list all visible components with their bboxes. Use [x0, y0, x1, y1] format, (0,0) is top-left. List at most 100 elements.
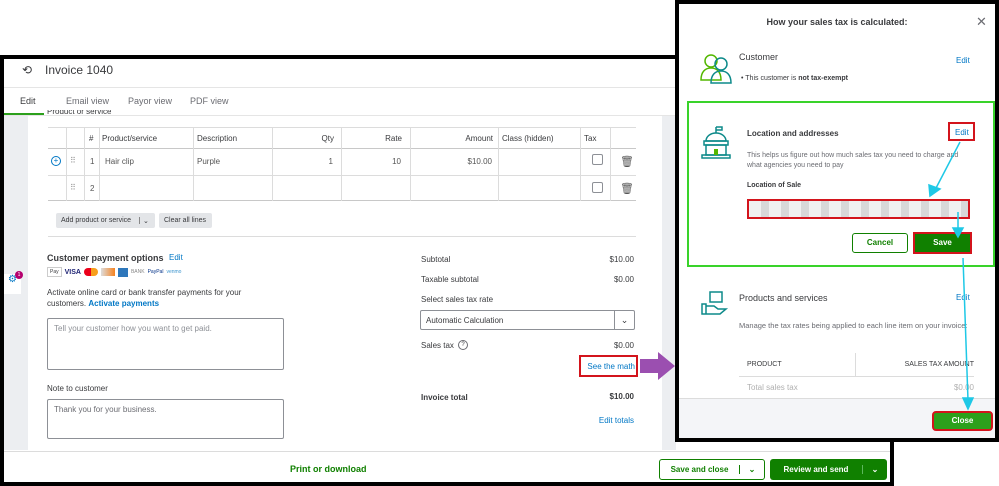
col-header-rate: Rate	[385, 134, 402, 143]
col-header-tax: Tax	[584, 134, 597, 143]
customer-icon	[700, 54, 732, 84]
close-icon[interactable]: ✕	[976, 14, 987, 30]
customer-edit-link[interactable]: Edit	[956, 56, 970, 65]
col-line	[99, 127, 100, 201]
tax-status-text: This customer is	[745, 75, 799, 82]
government-building-icon	[701, 126, 731, 159]
col-line	[66, 127, 67, 201]
tab-edit[interactable]: Edit	[20, 96, 36, 106]
invoice-total-label: Invoice total	[421, 393, 468, 402]
chevron-down-icon[interactable]: ⌄	[614, 311, 634, 329]
trash-icon[interactable]: 🗑	[620, 182, 634, 195]
save-and-close-button[interactable]: Save and close ⌄	[659, 459, 765, 480]
bank-logo: BANK	[130, 269, 145, 275]
venmo-logo: venmo	[166, 269, 182, 275]
history-icon[interactable]: ⟲	[22, 63, 32, 77]
tax-checkbox[interactable]	[592, 182, 603, 193]
amex-logo	[117, 267, 128, 277]
payment-method-logos: Pay VISA BANK PayPal venmo	[47, 267, 181, 277]
save-and-close-label: Save and close	[660, 465, 740, 474]
add-product-label: Add product or service	[56, 217, 140, 224]
subtotal-value: $10.00	[609, 255, 634, 264]
col-product: PRODUCT	[747, 361, 782, 368]
cancel-button[interactable]: Cancel	[852, 233, 908, 253]
annotation-purple-arrow	[640, 352, 675, 380]
col-line	[193, 127, 194, 201]
products-hand-icon	[701, 291, 729, 315]
review-and-send-button[interactable]: Review and send ⌄	[770, 459, 887, 480]
divider	[48, 148, 636, 149]
chevron-down-icon[interactable]: ⌄	[140, 217, 149, 225]
col-header-num: #	[89, 134, 94, 143]
col-line	[272, 127, 273, 201]
taxable-subtotal-label: Taxable subtotal	[421, 275, 479, 284]
payment-instructions-input[interactable]: Tell your customer how you want to get p…	[47, 318, 284, 370]
print-download-button[interactable]: Print or download	[290, 464, 367, 474]
note-to-customer-input[interactable]: Thank you for your business.	[47, 399, 284, 439]
col-line	[84, 127, 85, 201]
close-button[interactable]: Close	[932, 411, 993, 431]
apple-pay-logo: Pay	[47, 267, 62, 277]
row-description[interactable]: Purple	[197, 157, 220, 166]
col-header-amount: Amount	[465, 134, 493, 143]
col-sales-tax-amount: SALES TAX AMOUNT	[904, 361, 974, 368]
row-rate[interactable]: 10	[360, 157, 401, 166]
sales-tax-rate-select[interactable]: Automatic Calculation ⌄	[420, 310, 635, 330]
add-product-button[interactable]: Add product or service ⌄	[56, 213, 155, 228]
see-the-math-link[interactable]: See the math	[582, 362, 635, 371]
tab-email-view[interactable]: Email view	[66, 96, 109, 106]
tab-pdf-view[interactable]: PDF view	[190, 96, 229, 106]
save-button[interactable]: Save	[913, 232, 972, 254]
col-line	[498, 127, 499, 201]
customer-tax-status: • This customer is not tax-exempt	[741, 75, 848, 82]
edit-totals-link[interactable]: Edit totals	[580, 416, 634, 425]
location-description: This helps us figure out how much sales …	[747, 152, 959, 169]
row-num: 1	[90, 157, 95, 166]
clear-all-lines-button[interactable]: Clear all lines	[159, 213, 212, 228]
col-header-product: Product/service	[102, 134, 158, 143]
payment-edit-link[interactable]: Edit	[169, 253, 183, 262]
paypal-logo: PayPal	[147, 269, 164, 275]
location-edit-link[interactable]: Edit	[955, 128, 969, 137]
col-header-class: Class (hidden)	[502, 134, 554, 143]
invoice-title: Invoice 1040	[45, 63, 114, 77]
review-and-send-label: Review and send	[770, 465, 863, 474]
tab-payor-view[interactable]: Payor view	[128, 96, 172, 106]
payment-options-title: Customer payment options	[47, 253, 164, 263]
payment-activate-text: Activate online card or bank transfer pa…	[47, 287, 257, 309]
row-qty[interactable]: 1	[300, 157, 333, 166]
row-product[interactable]: Hair clip	[105, 157, 134, 166]
add-line-icon[interactable]: +	[51, 156, 61, 166]
location-of-sale-label: Location of Sale	[747, 182, 802, 189]
sales-tax-value: $0.00	[613, 341, 634, 350]
col-header-description: Description	[197, 134, 238, 143]
section-label: Product or service	[47, 110, 112, 116]
trash-icon[interactable]: 🗑	[620, 155, 634, 168]
tax-checkbox[interactable]	[592, 154, 603, 165]
col-line	[341, 127, 342, 201]
invoice-total-value: $10.00	[609, 392, 634, 401]
location-of-sale-input[interactable]	[747, 199, 970, 219]
sales-tax-rate-label: Select sales tax rate	[421, 295, 494, 304]
subtotal-label: Subtotal	[421, 255, 451, 264]
notification-badge: 1	[15, 271, 23, 279]
col-line	[410, 127, 411, 201]
sales-tax-label: Sales tax	[421, 341, 454, 350]
note-label: Note to customer	[47, 384, 108, 393]
row-num: 2	[90, 184, 95, 193]
products-description: Manage the tax rates being applied to ea…	[739, 321, 968, 330]
help-icon[interactable]: ?	[458, 340, 468, 350]
products-title: Products and services	[739, 293, 828, 303]
activate-payments-link[interactable]: Activate payments	[88, 299, 159, 308]
visa-logo: VISA	[64, 268, 81, 276]
divider	[4, 87, 676, 88]
products-edit-link[interactable]: Edit	[956, 293, 970, 302]
divider	[48, 175, 636, 176]
chevron-down-icon[interactable]: ⌄	[740, 465, 764, 474]
drag-handle-icon[interactable]: ⠿	[70, 156, 76, 165]
taxable-subtotal-value: $0.00	[613, 275, 634, 284]
drag-handle-icon[interactable]: ⠿	[70, 183, 76, 192]
col-line	[610, 127, 611, 201]
chevron-down-icon[interactable]: ⌄	[863, 465, 887, 474]
tax-status-bold: not tax-exempt	[798, 75, 848, 82]
